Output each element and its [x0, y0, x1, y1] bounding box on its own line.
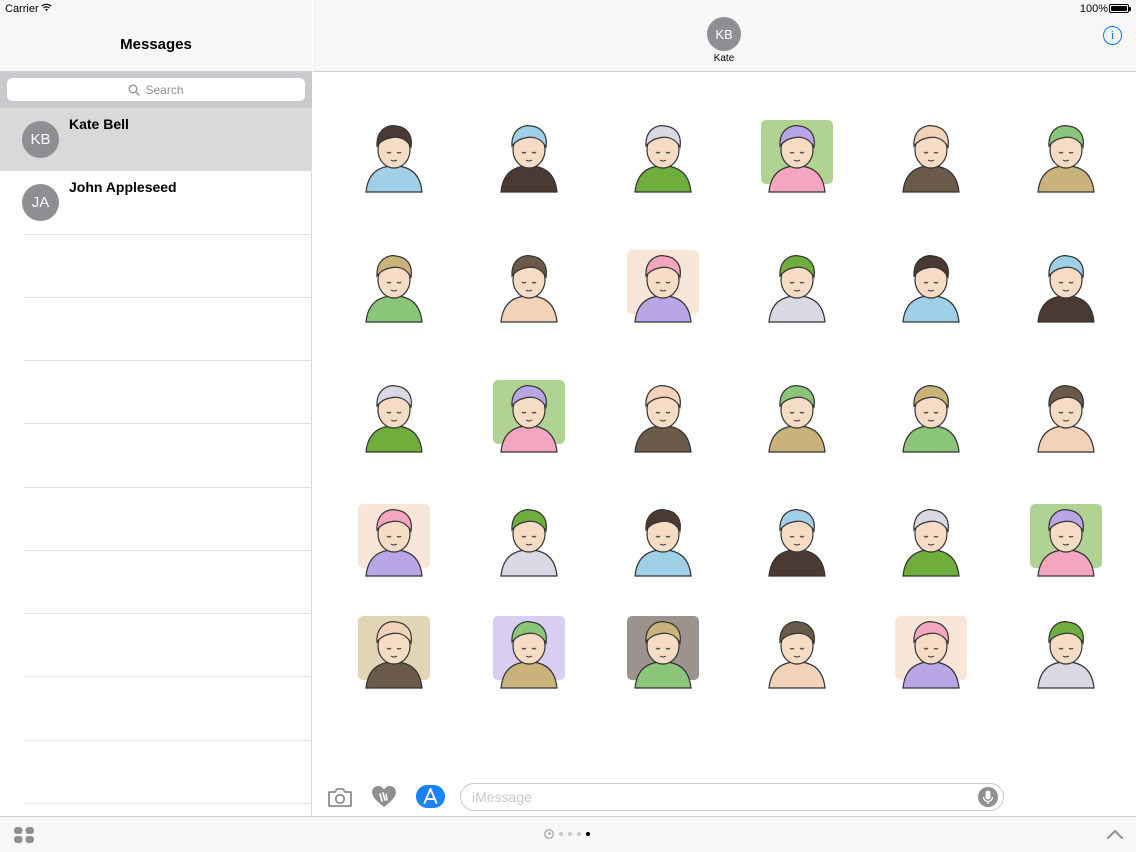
battery-icon	[1109, 4, 1131, 13]
page-indicator[interactable]	[544, 829, 590, 839]
avatar: JA	[22, 184, 59, 221]
sticker-boy-headphones-music[interactable]	[1026, 498, 1106, 578]
page-dot-active[interactable]	[586, 832, 590, 836]
sticker-antler-mask-torch[interactable]	[623, 498, 703, 578]
sticker-antler-mask-thanks[interactable]	[757, 498, 837, 578]
conversation-row-john-appleseed[interactable]: JA John Appleseed	[0, 171, 312, 234]
sticker-boy-sparkle[interactable]	[354, 114, 434, 194]
sticker-boy-with-ghost[interactable]	[623, 374, 703, 454]
sticker-robot-hand-open[interactable]	[354, 610, 434, 690]
sticker-girl-bunny-hood-peek[interactable]	[891, 374, 971, 454]
page-dot[interactable]	[568, 832, 572, 836]
row-divider	[24, 613, 312, 614]
sticker-friends-high-five[interactable]	[1026, 244, 1106, 324]
sticker-boy-ok-peace[interactable]	[489, 114, 569, 194]
search-area: Search	[0, 72, 312, 108]
search-input[interactable]: Search	[7, 78, 305, 101]
row-divider	[24, 360, 312, 361]
app-drawer-grid-icon[interactable]	[13, 826, 35, 844]
carrier-label: Carrier	[5, 3, 39, 15]
messages-app: Carrier 100% Messages Search KB Kate Bel…	[0, 0, 1136, 852]
sidebar-title: Messages	[120, 36, 192, 53]
conversation-row-kate-bell[interactable]: KB Kate Bell	[0, 108, 312, 171]
sticker-boy-headphones-mic[interactable]	[891, 498, 971, 578]
sticker-boy-sleeping-zzz[interactable]	[757, 114, 837, 194]
search-icon	[129, 84, 141, 96]
sticker-ghost-peeking[interactable]	[757, 374, 837, 454]
row-divider	[24, 487, 312, 488]
page-dot[interactable]	[559, 832, 563, 836]
row-divider	[24, 423, 312, 424]
sticker-grid	[313, 72, 1136, 762]
sticker-robot-hand-peace[interactable]	[623, 610, 703, 690]
sticker-girl-bunny-hood-jump[interactable]	[354, 498, 434, 578]
avatar: KB	[22, 121, 59, 158]
sticker-ghost-speech-bubble[interactable]	[354, 374, 434, 454]
sticker-ghost-in-forest[interactable]	[489, 374, 569, 454]
sticker-girl-bunny-hood-wave[interactable]	[1026, 374, 1106, 454]
row-divider	[24, 234, 312, 235]
row-divider	[24, 297, 312, 298]
camera-icon[interactable]	[327, 786, 353, 808]
sticker-robot-hands-clasp[interactable]	[489, 610, 569, 690]
sticker-boy-whatever[interactable]	[891, 114, 971, 194]
app-drawer-bar	[0, 816, 1136, 852]
message-field[interactable]	[460, 783, 1004, 811]
app-store-icon[interactable]	[416, 785, 445, 808]
wifi-icon	[41, 3, 52, 12]
recents-clock-icon[interactable]	[544, 829, 554, 839]
sticker-couple-kiss-heart[interactable]	[891, 244, 971, 324]
conversation-list-pane: Messages Search KB Kate Bell JA John App…	[0, 0, 312, 816]
sticker-boy-peace-green-creature[interactable]	[891, 610, 971, 690]
contact-avatar[interactable]: KB	[707, 17, 741, 51]
info-icon[interactable]: i	[1103, 26, 1122, 45]
message-input[interactable]	[461, 784, 961, 810]
digital-touch-icon[interactable]	[371, 785, 397, 809]
row-divider	[24, 803, 312, 804]
sticker-boy-dj-music[interactable]	[623, 244, 703, 324]
chevron-up-icon[interactable]	[1106, 828, 1124, 840]
sticker-boy-cheeks-hands[interactable]	[623, 114, 703, 194]
row-divider	[24, 740, 312, 741]
battery-percentage: 100%	[1079, 3, 1108, 15]
search-placeholder: Search	[145, 82, 184, 97]
status-bar: Carrier 100%	[0, 0, 1136, 18]
row-divider	[24, 550, 312, 551]
page-dot[interactable]	[577, 832, 581, 836]
sticker-boy-green-creature[interactable]	[757, 610, 837, 690]
conversation-name: Kate Bell	[69, 116, 129, 132]
conversation-name: John Appleseed	[69, 179, 177, 195]
sticker-antler-mask-fire[interactable]	[489, 498, 569, 578]
sticker-boy-whistling[interactable]	[1026, 610, 1106, 690]
sticker-boy-lying-star[interactable]	[354, 244, 434, 324]
sticker-pink-haired-girl[interactable]	[757, 244, 837, 324]
sticker-boy-drinking-tea[interactable]	[1026, 114, 1106, 194]
contact-name[interactable]: Kate	[684, 53, 764, 64]
microphone-icon[interactable]	[978, 787, 998, 807]
row-divider	[24, 676, 312, 677]
message-input-bar	[313, 774, 1136, 816]
sticker-boy-dizzy-eyes[interactable]	[489, 244, 569, 324]
